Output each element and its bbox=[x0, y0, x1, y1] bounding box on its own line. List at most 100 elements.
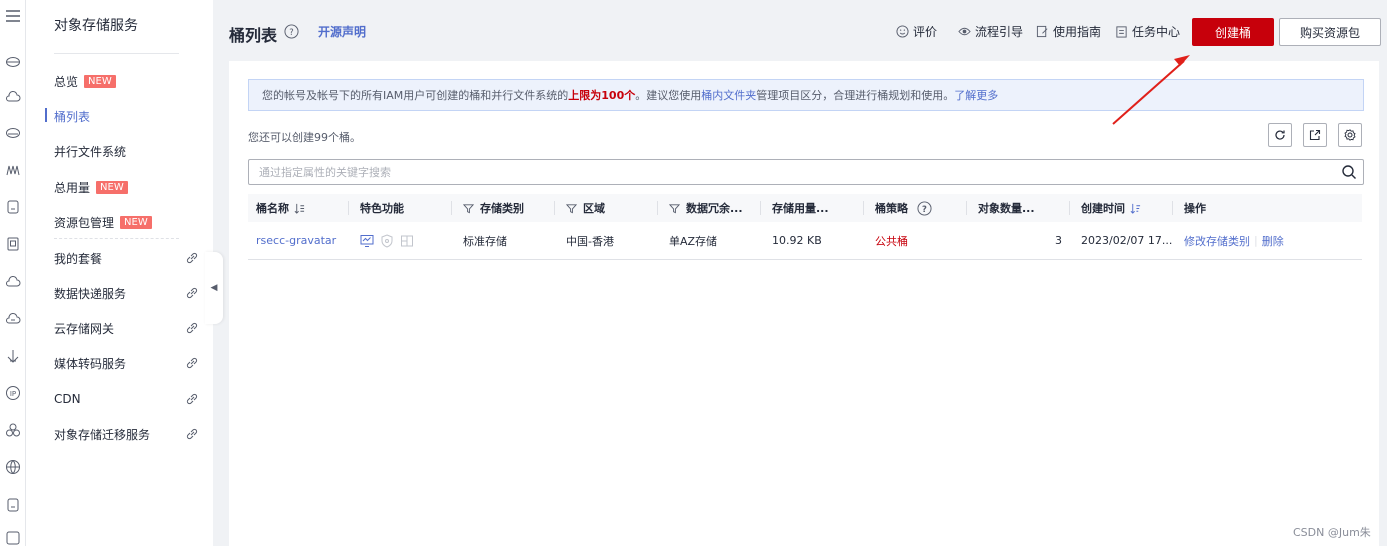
sidebar-item-migration[interactable]: 对象存储迁移服务 bbox=[54, 424, 199, 444]
column-label: 数据冗余... bbox=[686, 202, 743, 215]
help-icon[interactable]: ? bbox=[284, 24, 299, 39]
sidebar-item-cdn[interactable]: CDN bbox=[54, 389, 199, 409]
cloud-server-icon[interactable] bbox=[5, 54, 21, 70]
user-guide-link[interactable]: 使用指南 bbox=[1036, 23, 1101, 40]
sidebar-item-parallel-fs[interactable]: 并行文件系统 bbox=[54, 141, 199, 161]
created-time-cell: 2023/02/07 17... bbox=[1081, 234, 1173, 247]
column-header-name[interactable]: 桶名称 bbox=[256, 194, 305, 222]
column-header-redundancy[interactable]: 数据冗余... bbox=[669, 194, 743, 222]
external-link-icon bbox=[186, 428, 198, 440]
column-label: 桶策略 bbox=[875, 202, 908, 215]
export-button[interactable] bbox=[1303, 123, 1327, 147]
sidebar-item-storage-gateway[interactable]: 云存储网关 bbox=[54, 318, 199, 338]
monitor-icon[interactable] bbox=[360, 234, 374, 248]
delete-link[interactable]: 删除 bbox=[1262, 233, 1284, 249]
column-label: 对象数量... bbox=[978, 202, 1035, 215]
sidebar-collapse-toggle[interactable]: ◀ bbox=[205, 252, 223, 324]
sort-icon[interactable] bbox=[1130, 203, 1141, 214]
database-icon[interactable] bbox=[5, 125, 21, 141]
new-badge: NEW bbox=[96, 180, 128, 194]
column-separator bbox=[1069, 201, 1070, 215]
notice-text: 您的帐号及帐号下的所有IAM用户可创建的桶和并行文件系统的 bbox=[262, 89, 569, 102]
settings-button[interactable] bbox=[1338, 123, 1362, 147]
menu-icon[interactable] bbox=[5, 8, 21, 24]
refresh-button[interactable] bbox=[1268, 123, 1292, 147]
feedback-label: 评价 bbox=[913, 25, 938, 39]
folder-link[interactable]: 桶内文件夹 bbox=[701, 87, 756, 103]
search-bar[interactable] bbox=[248, 159, 1364, 185]
external-link-icon bbox=[186, 287, 198, 299]
create-bucket-button[interactable]: 创建桶 bbox=[1192, 18, 1274, 46]
buy-resource-package-button[interactable]: 购买资源包 bbox=[1279, 18, 1381, 46]
column-separator bbox=[657, 201, 658, 215]
document-icon[interactable] bbox=[5, 497, 21, 513]
process-guide-link[interactable]: 流程引导 bbox=[958, 23, 1023, 40]
sidebar-item-total-usage[interactable]: 总用量 NEW bbox=[54, 177, 199, 197]
sidebar-item-data-express[interactable]: 数据快递服务 bbox=[54, 283, 199, 303]
monitor-icon[interactable] bbox=[5, 530, 21, 546]
sidebar-item-label: 云存储网关 bbox=[54, 321, 115, 336]
action-separator: | bbox=[1254, 234, 1258, 247]
sort-icon[interactable] bbox=[294, 203, 305, 214]
user-guide-label: 使用指南 bbox=[1053, 25, 1102, 39]
redundancy-cell: 单AZ存储 bbox=[669, 234, 718, 248]
help-icon[interactable]: ? bbox=[917, 200, 932, 216]
sidebar-item-overview[interactable]: 总览 NEW bbox=[54, 71, 199, 91]
sidebar-item-bucket-list[interactable]: 桶列表 bbox=[45, 106, 199, 126]
sidebar-divider bbox=[54, 53, 179, 54]
column-header-object-count: 对象数量... bbox=[978, 194, 1035, 222]
sidebar-item-resource-packages[interactable]: 资源包管理 NEW bbox=[54, 212, 199, 232]
column-label: 存储用量... bbox=[772, 202, 829, 215]
search-input[interactable] bbox=[249, 160, 1341, 184]
bucket-name-link[interactable]: rsecc-gravatar bbox=[256, 222, 336, 259]
eye-icon bbox=[958, 27, 971, 36]
filter-icon[interactable] bbox=[463, 203, 474, 214]
svg-text:?: ? bbox=[922, 203, 927, 213]
modify-storage-class-link[interactable]: 修改存储类别 bbox=[1184, 233, 1250, 249]
cloud-gateway-icon[interactable] bbox=[5, 311, 21, 327]
network-icon[interactable] bbox=[5, 422, 21, 438]
process-guide-label: 流程引导 bbox=[975, 25, 1024, 39]
filter-icon[interactable] bbox=[566, 203, 577, 214]
task-center-link[interactable]: 任务中心 bbox=[1115, 23, 1180, 40]
column-header-storage-class[interactable]: 存储类别 bbox=[463, 194, 524, 222]
edit-doc-icon bbox=[1036, 25, 1048, 38]
bucket-list-panel: 您的帐号及帐号下的所有IAM用户可创建的桶和并行文件系统的 上限为100个 。建议您… bbox=[229, 61, 1379, 546]
sidebar-item-label: 总览 bbox=[54, 74, 79, 89]
sidebar-item-my-plans[interactable]: 我的套餐 bbox=[54, 248, 199, 268]
task-center-label: 任务中心 bbox=[1132, 25, 1181, 39]
icon-rail: IP bbox=[0, 0, 26, 546]
column-header-region[interactable]: 区域 bbox=[566, 194, 605, 222]
open-source-link[interactable]: 开源声明 bbox=[318, 23, 366, 40]
cloud-storage-icon[interactable] bbox=[5, 274, 21, 290]
globe-icon[interactable] bbox=[5, 459, 21, 475]
column-header-policy: 桶策略 ? bbox=[875, 194, 932, 222]
object-count-cell: 3 bbox=[1055, 234, 1062, 247]
learn-more-link[interactable]: 了解更多 bbox=[954, 87, 998, 103]
feedback-link[interactable]: 评价 bbox=[896, 23, 937, 40]
smile-icon bbox=[896, 25, 909, 38]
anchor-icon[interactable] bbox=[5, 348, 21, 364]
mapreduce-icon[interactable] bbox=[5, 162, 21, 178]
sidebar-item-label: CDN bbox=[54, 392, 81, 406]
sidebar-item-label: 对象存储迁移服务 bbox=[54, 427, 151, 442]
column-label: 桶名称 bbox=[256, 202, 289, 215]
shield-icon bbox=[381, 233, 393, 248]
sidebar-item-label: 并行文件系统 bbox=[54, 144, 127, 159]
column-label: 操作 bbox=[1184, 202, 1206, 215]
server-icon[interactable] bbox=[5, 236, 21, 252]
remaining-quota-text: 您还可以创建99个桶。 bbox=[248, 131, 361, 144]
filter-icon[interactable] bbox=[669, 203, 680, 214]
column-separator bbox=[863, 201, 864, 215]
notice-text: 。建议您使用 bbox=[635, 89, 702, 102]
storage-disk-icon[interactable] bbox=[5, 199, 21, 215]
column-header-created[interactable]: 创建时间 bbox=[1081, 194, 1141, 222]
cloud-icon[interactable] bbox=[5, 89, 21, 105]
sidebar-title: 对象存储服务 bbox=[54, 18, 138, 34]
external-link-icon bbox=[186, 252, 198, 264]
external-link-icon bbox=[186, 357, 198, 369]
ip-icon[interactable]: IP bbox=[5, 385, 21, 401]
search-icon[interactable] bbox=[1341, 164, 1357, 180]
table-header: 桶名称 特色功能 存储类别 区域 数据冗余... 存储用量... 桶策略 ? 对… bbox=[248, 194, 1362, 222]
sidebar-item-media-transcoding[interactable]: 媒体转码服务 bbox=[54, 353, 199, 373]
